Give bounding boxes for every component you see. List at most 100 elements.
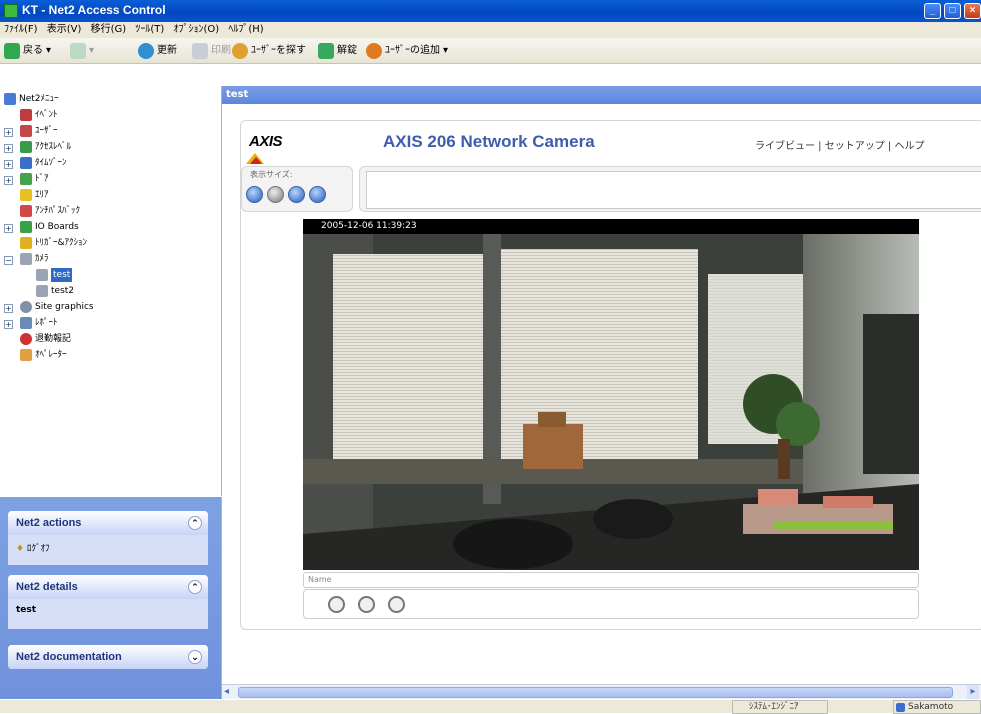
tree-item-access-levels[interactable]: ｱｸｾｽﾚﾍﾞﾙ [20, 140, 71, 154]
back-label: 戻る [23, 45, 43, 56]
events-icon [20, 109, 32, 121]
tree-item-io-boards[interactable]: IO Boards [20, 220, 79, 234]
size-button-large[interactable] [288, 186, 305, 203]
expand-io-boards-icon[interactable]: + [4, 224, 13, 233]
window-titlebar: KT - Net2 Access Control _ □ × [0, 0, 981, 22]
tree-item-roll-call[interactable]: 退勤報記 [20, 332, 71, 346]
tree-item-label: test [51, 268, 73, 282]
status-role: ｼｽﾃﾑ･ｴﾝｼﾞﾆｱ [732, 700, 828, 714]
camera-live-image [303, 234, 919, 570]
camera-nav-links[interactable]: ライブビュー | セットアップ | ヘルプ [755, 137, 924, 152]
menu-go[interactable]: 移行(G) [91, 24, 127, 35]
expand-doors-icon[interactable]: + [4, 176, 13, 185]
collapse-cameras-icon[interactable]: − [4, 256, 13, 265]
print-button[interactable]: 印刷 [192, 42, 231, 60]
site-graphics-icon [20, 301, 32, 313]
print-label: 印刷 [211, 45, 231, 56]
report-icon [20, 317, 32, 329]
find-user-button[interactable]: ﾕｰｻﾞｰを探す [232, 42, 306, 60]
camera-icon [20, 253, 32, 265]
panel-title: Net2 actions [16, 517, 82, 529]
collapse-chevron-icon[interactable]: ⌃ [188, 516, 202, 530]
axis-logo-text: AXIS [249, 133, 283, 150]
user-icon [896, 703, 905, 712]
expand-site-graphics-icon[interactable]: + [4, 304, 13, 313]
menu-help[interactable]: ﾍﾙﾌﾟ(H) [228, 24, 263, 35]
tree-item-label: ｴﾘｱ [35, 190, 49, 200]
horizontal-scrollbar[interactable]: ◂ ▸ [222, 684, 981, 699]
add-user-dropdown-icon: ▾ [443, 45, 449, 56]
unlock-button[interactable]: 解錠 [318, 42, 357, 60]
refresh-label: 更新 [157, 45, 177, 56]
unlock-label: 解錠 [337, 45, 357, 56]
add-user-button[interactable]: ﾕｰｻﾞｰの追加 ▾ [366, 42, 448, 60]
panel-title: Net2 documentation [16, 651, 122, 663]
tree-item-site-graphics[interactable]: Site graphics [20, 300, 94, 314]
tree-item-label: ｶﾒﾗ [35, 254, 49, 264]
tree-item-camera-test[interactable]: test [36, 268, 73, 282]
minimize-button[interactable]: _ [924, 3, 941, 19]
net2-documentation-header[interactable]: Net2 documentation ⌄ [8, 645, 208, 669]
tree-item-triggers[interactable]: ﾄﾘｶﾞｰ&ｱｸｼｮﾝ [20, 236, 87, 250]
tree-root[interactable]: Net2ﾒﾆｭｰ [4, 92, 59, 106]
axis-page-frame: AXIS AXIS 206 Network Camera ライブビュー | セッ… [240, 120, 981, 630]
expand-access-levels-icon[interactable]: + [4, 144, 13, 153]
scroll-right-icon[interactable]: ▸ [967, 685, 979, 699]
scroll-thumb[interactable] [238, 687, 953, 698]
tree-item-users[interactable]: ﾕｰｻﾞｰ [20, 124, 58, 138]
expand-users-icon[interactable]: + [4, 128, 13, 137]
scroll-left-icon[interactable]: ◂ [224, 686, 236, 698]
find-user-icon [232, 43, 248, 59]
access-level-icon [20, 141, 32, 153]
back-arrow-icon [4, 43, 20, 59]
tree-item-operators[interactable]: ｵﾍﾟﾚｰﾀｰ [20, 348, 67, 362]
tree-item-antipassback[interactable]: ｱﾝﾁﾊﾟｽﾊﾞｯｸ [20, 204, 80, 218]
size-button-xlarge[interactable] [309, 186, 326, 203]
tree-item-events[interactable]: ｲﾍﾞﾝﾄ [20, 108, 58, 122]
record-button[interactable] [388, 596, 405, 613]
net2-menu-icon [4, 93, 16, 105]
camera-title: AXIS 206 Network Camera [383, 132, 595, 151]
stop-button[interactable] [328, 596, 345, 613]
camera-icon [36, 285, 48, 297]
back-button[interactable]: 戻る ▾ [4, 42, 51, 60]
menu-tools[interactable]: ﾂｰﾙ(T) [135, 24, 164, 35]
tree-item-cameras[interactable]: ｶﾒﾗ [20, 252, 49, 266]
menu-view[interactable]: 表示(V) [47, 24, 82, 35]
operator-icon [20, 349, 32, 361]
toolbar: 戻る ▾ ▾ 更新 印刷 ﾕｰｻﾞｰを探す 解錠 ﾕｰｻﾞｰの追加 ▾ [0, 38, 981, 64]
tree-item-label: ﾕｰｻﾞｰ [35, 126, 58, 136]
snapshot-button[interactable] [358, 596, 375, 613]
forward-arrow-icon [70, 43, 86, 59]
maximize-button[interactable]: □ [944, 3, 961, 19]
logoff-link[interactable]: ﾛｸﾞｵﾌ [27, 544, 50, 554]
menu-bar: ﾌｧｲﾙ(F) 表示(V) 移行(G) ﾂｰﾙ(T) ｵﾌﾟｼｮﾝ(O) ﾍﾙﾌ… [0, 22, 981, 38]
navigation-tree: Net2ﾒﾆｭｰ ｲﾍﾞﾝﾄ + ﾕｰｻﾞｰ + ｱｸｾｽﾚﾍﾞﾙ + ﾀｲﾑｿ… [0, 86, 222, 496]
tree-item-areas[interactable]: ｴﾘｱ [20, 188, 49, 202]
axis-logo-triangle-small-icon [250, 157, 262, 164]
net2-actions-header[interactable]: Net2 actions ⌃ [8, 511, 208, 535]
tree-root-label: Net2ﾒﾆｭｰ [19, 94, 59, 104]
expand-reports-icon[interactable]: + [4, 320, 13, 329]
tree-item-reports[interactable]: ﾚﾎﾟｰﾄ [20, 316, 58, 330]
back-dropdown-icon: ▾ [46, 45, 52, 56]
close-button[interactable]: × [964, 3, 981, 19]
menu-options[interactable]: ｵﾌﾟｼｮﾝ(O) [173, 24, 219, 35]
camera-control-inner [366, 171, 981, 209]
tree-item-label: 退勤報記 [35, 334, 72, 344]
tree-item-label: ｱﾝﾁﾊﾟｽﾊﾞｯｸ [35, 206, 81, 216]
name-field[interactable]: Name [303, 572, 919, 588]
refresh-button[interactable]: 更新 [138, 42, 177, 60]
expand-chevron-icon[interactable]: ⌄ [188, 650, 202, 664]
net2-details-header[interactable]: Net2 details ⌃ [8, 575, 208, 599]
tree-item-label: ﾀｲﾑｿﾞｰﾝ [35, 158, 67, 168]
forward-button[interactable]: ▾ [70, 42, 94, 60]
tree-item-camera-test2[interactable]: test2 [36, 284, 74, 298]
collapse-chevron-icon[interactable]: ⌃ [188, 580, 202, 594]
size-button-small[interactable] [246, 186, 263, 203]
size-button-medium[interactable] [267, 186, 284, 203]
tree-item-timezones[interactable]: ﾀｲﾑｿﾞｰﾝ [20, 156, 67, 170]
expand-timezones-icon[interactable]: + [4, 160, 13, 169]
tree-item-doors[interactable]: ﾄﾞｱ [20, 172, 49, 186]
menu-file[interactable]: ﾌｧｲﾙ(F) [4, 24, 38, 35]
